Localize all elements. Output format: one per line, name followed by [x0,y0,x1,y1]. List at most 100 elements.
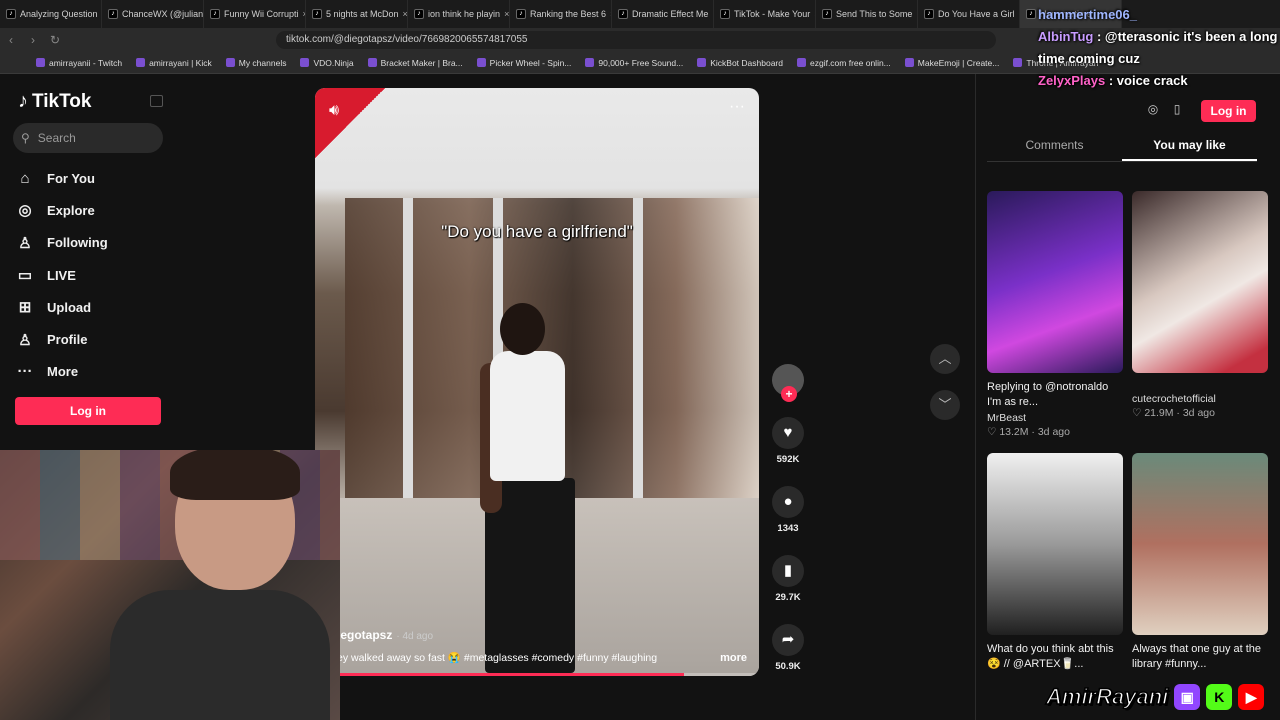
share-button[interactable]: ➦ 50.9K [768,624,808,672]
bookmark-item[interactable]: Bracket Maker | Bra... [367,58,463,68]
sidebar-item-upload[interactable]: ⊞ Upload [16,291,166,323]
tab-you-may-like[interactable]: You may like [1122,138,1257,161]
bookmark-icon: ▮ [772,555,804,587]
url-field[interactable]: tiktok.com/@diegotapsz/video/76698200655… [276,31,996,49]
kick-icon: K [1206,684,1233,710]
browser-tab[interactable]: ♪ChanceWX (@julian× [102,0,204,28]
browser-tab[interactable]: ♪Analyzing Question× [0,0,102,28]
like-count: 592K [776,454,800,465]
tab-comments[interactable]: Comments [987,138,1122,161]
bookmark-item[interactable]: VDO.Ninja [300,58,354,68]
browser-tab[interactable]: ♪ 5 nights at McDon × [306,0,408,28]
tiktok-note-icon: ♪ [18,90,28,112]
bookmark-item[interactable]: KickBot Dashboard [697,58,783,68]
browser-tab[interactable]: ♪Funny Wii Corrupti× [204,0,306,28]
sidebar-item-live[interactable]: ▭ LIVE [16,259,166,291]
bookmark-item[interactable]: My channels [225,58,286,68]
bookmark-favicon-icon [367,58,377,67]
phone-icon[interactable]: ▯ [1168,102,1186,120]
tiktok-logo[interactable]: ♪ TikTok [18,90,91,113]
recommended-video-card[interactable]: What do you think abt this😵 // @ARTEX🥛..… [987,453,1123,672]
previous-video-chevron-up-icon[interactable]: ︿ [930,344,960,374]
browser-tab[interactable]: ♪Do You Have a Girl× [918,0,1020,28]
recommended-video-card[interactable]: Replying to @notronaldo I'm as re... MrB… [987,191,1123,438]
browser-tab[interactable]: ♪TikTok - Make Your× [714,0,816,28]
video-age: · 4d ago [396,631,434,642]
search-placeholder: Search [37,131,76,145]
close-tab-icon[interactable]: × [504,9,509,19]
chat-message: hammertime06_ [1038,4,1280,26]
tiktok-favicon-icon: ♪ [516,9,526,19]
recommended-video-card[interactable]: Always that one guy at the library #funn… [1132,453,1268,672]
card-title: Always that one guy at the library #funn… [1132,643,1262,670]
reload-icon[interactable]: ↻ [44,33,66,47]
back-icon[interactable]: ‹ [0,33,22,47]
save-button[interactable]: ▮ 29.7K [768,555,808,603]
description-more-button[interactable]: more [720,652,747,664]
sidebar-item-profile[interactable]: ♙ Profile [16,323,166,355]
forward-icon[interactable]: › [22,33,44,47]
bookmark-item[interactable]: 90,000+ Free Sound... [585,58,683,68]
sidebar-nav: ⌂ For You ◎ Explore ♙ Following ▭ LIVE ⊞ Uplo… [16,162,166,388]
person-icon: ♙ [18,234,32,252]
logo-text: TikTok [32,90,92,112]
sidebar-item-for-you[interactable]: ⌂ For You [16,162,166,194]
nav-label: Following [47,235,108,251]
tab-label: Do You Have a Girl [938,9,1015,19]
video-actions: + ♥ 592K ● 1343 ▮ 29.7K ➦ 50.9K [768,364,808,672]
brand-name: AmirRayani [1045,683,1169,710]
card-author[interactable]: cutecrochetofficial [1132,393,1268,405]
bookmark-label: amirrayani | Kick [149,57,212,68]
creator-avatar[interactable]: + [772,364,804,402]
bookmark-favicon-icon [585,58,595,67]
stream-chat-overlay: hammertime06_ AlbinTug : @tterasonic it'… [1038,4,1280,92]
bookmark-item[interactable]: Picker Wheel - Spin... [476,58,571,68]
volume-icon[interactable]: 🔊︎ [329,102,339,120]
browser-tab[interactable]: ♪Ranking the Best 6× [510,0,612,28]
tiktok-favicon-icon: ♪ [312,9,322,19]
browser-tab[interactable]: ♪Send This to Some× [816,0,918,28]
tab-label: Dramatic Effect Me [632,9,709,19]
bookmark-favicon-icon [36,58,45,67]
video-red-banner [315,88,385,158]
collapse-sidebar-icon[interactable] [150,95,163,107]
search-input[interactable]: ⚲ Search [13,123,163,153]
video-thumbnail [987,191,1123,373]
bookmark-item[interactable]: ezgif.com free onlin... [796,58,891,68]
bookmark-item[interactable]: amirrayanii - Twitch [36,58,122,68]
nav-label: Upload [47,299,92,315]
like-button[interactable]: ♥ 592K [768,417,808,465]
tiktok-favicon-icon: ♪ [6,9,16,19]
video-author[interactable]: iegotapsz · 4d ago [337,628,433,642]
next-video-chevron-down-icon[interactable]: ﹀ [930,390,960,420]
tab-label: ion think he playin [428,9,501,19]
sidebar-login-button[interactable]: Log in [15,397,161,425]
video-player[interactable]: "Do you have a girlfriend" 🔊︎ ··· iegota… [315,88,759,676]
ellipsis-icon: ··· [17,363,33,381]
tab-label: Send This to Some [836,9,913,19]
streamer-webcam [0,450,340,720]
compass-icon: ◎ [18,202,32,220]
sidebar-item-explore[interactable]: ◎ Explore [16,194,166,226]
chat-message: ZelyxPlays : voice crack [1038,73,1188,88]
follow-plus-icon[interactable]: + [781,386,797,402]
video-options-icon[interactable]: ··· [729,98,745,116]
video-progress-bar[interactable] [315,673,759,676]
comment-button[interactable]: ● 1343 [768,486,808,534]
header-login-button[interactable]: Log in [1201,100,1256,122]
video-description: ey walked away so fast 😭 #metaglasses #c… [337,652,658,664]
chat-username: ZelyxPlays [1038,73,1106,88]
bookmark-favicon-icon [225,58,235,67]
bookmark-item[interactable]: MakeEmoji | Create... [904,58,999,68]
sidebar-item-following[interactable]: ♙ Following [16,227,166,259]
bookmark-item[interactable]: amirrayani | Kick [136,58,212,68]
card-author[interactable]: MrBeast [987,412,1123,424]
bookmark-label: 90,000+ Free Sound... [598,57,684,68]
sidebar-item-more[interactable]: ··· More [16,356,166,388]
browser-tab[interactable]: ♪ ion think he playin × [408,0,510,28]
compass-icon[interactable]: ◎ [1144,102,1162,120]
recommended-video-card[interactable]: cutecrochetofficial ♡ 21.9M · 3d ago [1132,191,1268,419]
video-thumbnail [1132,453,1268,635]
browser-tab[interactable]: ♪Dramatic Effect Me× [612,0,714,28]
nav-label: LIVE [47,267,76,283]
